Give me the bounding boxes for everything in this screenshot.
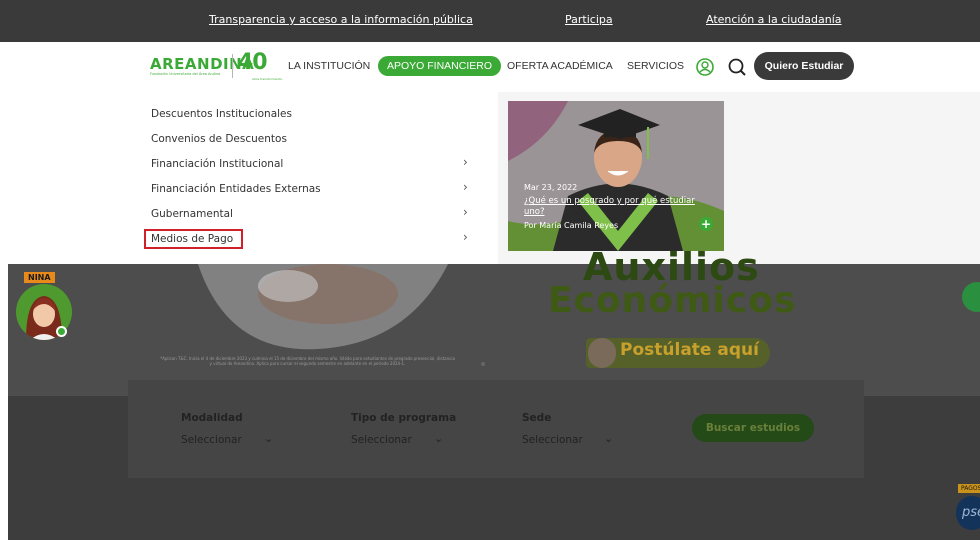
hero-fine-print: *Aplican T&C. Inicia el 4 de diciembre 2…: [160, 356, 455, 366]
transparency-link[interactable]: Transparencia y acceso a la información …: [209, 13, 473, 26]
logo-subtitle: Fundación Universitaria del Área Andina: [150, 72, 221, 76]
logo-anniversary: 40: [238, 50, 268, 75]
postulate-label: Postúlate aquí: [620, 340, 759, 360]
sede-label: Sede: [522, 412, 552, 424]
logo-divider: [232, 54, 233, 78]
chevron-down-icon[interactable]: ⌄: [604, 432, 613, 445]
logo-anniversary-sub: años transformando: [252, 77, 283, 81]
hero-title-line2: Económicos: [548, 280, 797, 321]
chevron-right-icon: ›: [463, 180, 468, 194]
quiero-estudiar-button[interactable]: Quiero Estudiar: [754, 52, 854, 80]
pse-payment-icon[interactable]: pse: [956, 496, 980, 530]
news-author: Por María Camila Reyes: [524, 221, 619, 230]
search-icon[interactable]: [727, 57, 747, 77]
main-navigation: AREANDINA Fundación Universitaria del Ár…: [0, 42, 980, 92]
news-date: Mar 23, 2022: [524, 183, 578, 192]
nav-oferta-academica[interactable]: OFERTA ACADÉMICA: [507, 60, 613, 72]
modalidad-label: Modalidad: [181, 412, 243, 424]
news-title-link[interactable]: ¿Qué es un posgrado y por qué estudiar u…: [524, 196, 699, 218]
plus-icon[interactable]: +: [699, 217, 713, 231]
tipo-programa-select[interactable]: Seleccionar: [351, 434, 412, 446]
sede-select[interactable]: Seleccionar: [522, 434, 583, 446]
pagos-tag: PAGOS: [958, 484, 980, 493]
chevron-right-icon: ›: [463, 205, 468, 219]
menu-item-financiacion-institucional[interactable]: Financiación Institucional: [151, 158, 283, 170]
apoyo-financiero-menu: Descuentos Institucionales Convenios de …: [8, 92, 498, 264]
nav-apoyo-financiero[interactable]: APOYO FINANCIERO: [378, 56, 502, 76]
news-card[interactable]: Mar 23, 2022 ¿Qué es un posgrado y por q…: [508, 101, 724, 251]
menu-item-descuentos[interactable]: Descuentos Institucionales: [151, 108, 292, 120]
areandina-logo[interactable]: AREANDINA Fundación Universitaria del Ár…: [150, 50, 282, 82]
ciudadania-link[interactable]: Atención a la ciudadanía: [706, 13, 842, 26]
online-status-dot: [56, 326, 67, 337]
participa-link[interactable]: Participa: [565, 13, 613, 26]
chevron-right-icon: ›: [463, 230, 468, 244]
nina-badge: NINA: [24, 272, 55, 283]
user-icon[interactable]: [695, 57, 715, 77]
hero-banner: [8, 264, 980, 396]
modalidad-select[interactable]: Seleccionar: [181, 434, 242, 446]
nav-servicios[interactable]: SERVICIOS: [627, 60, 684, 72]
menu-item-convenios[interactable]: Convenios de Descuentos: [151, 133, 287, 145]
chevron-down-icon[interactable]: ⌄: [264, 432, 273, 445]
buscar-estudios-button[interactable]: Buscar estudios: [692, 414, 814, 442]
tipo-programa-label: Tipo de programa: [351, 412, 457, 424]
menu-item-gubernamental[interactable]: Gubernamental: [151, 208, 233, 220]
nav-la-institucion[interactable]: LA INSTITUCIÓN: [288, 60, 370, 72]
chevron-right-icon: ›: [463, 155, 468, 169]
chevron-down-icon[interactable]: ⌄: [434, 432, 443, 445]
menu-item-financiacion-externas[interactable]: Financiación Entidades Externas: [151, 183, 321, 195]
top-utility-bar: Transparencia y acceso a la información …: [0, 0, 980, 42]
hand-pointer-icon: [588, 338, 616, 368]
menu-item-medios-de-pago[interactable]: Medios de Pago: [143, 229, 244, 249]
slider-dot[interactable]: [481, 362, 485, 366]
